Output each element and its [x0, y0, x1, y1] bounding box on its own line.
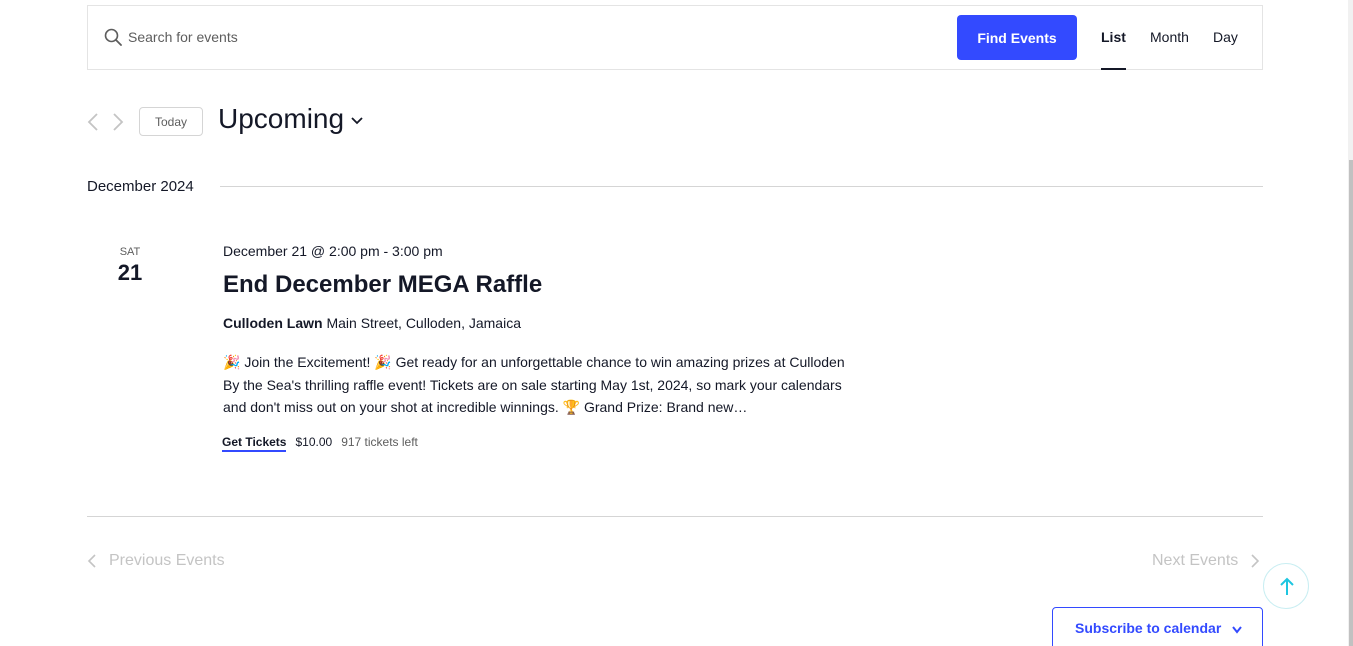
chevron-left-icon [87, 554, 96, 568]
next-events-label: Next Events [1152, 552, 1239, 569]
event-title-link[interactable]: End December MEGA Raffle [223, 271, 542, 299]
previous-events-label: Previous Events [109, 552, 225, 569]
next-events-link[interactable]: Next Events [1152, 552, 1260, 570]
venue-address: Main Street, Culloden, Jamaica [326, 315, 521, 331]
events-search-bar: Find Events List Month Day [87, 5, 1263, 70]
chevron-right-icon[interactable] [111, 112, 125, 132]
event-venue: Culloden Lawn Main Street, Culloden, Jam… [223, 315, 521, 331]
event-weekday: SAT [119, 246, 141, 258]
active-tab-indicator [1101, 68, 1126, 70]
tab-day[interactable]: Day [1213, 29, 1238, 45]
footer-divider [87, 516, 1263, 517]
ticket-price: $10.00 [295, 435, 333, 449]
tab-list[interactable]: List [1101, 29, 1126, 45]
month-divider [220, 186, 1263, 187]
tickets-left: 917 tickets left [341, 435, 418, 449]
month-separator: December 2024 [87, 178, 194, 195]
chevron-down-icon[interactable] [350, 116, 364, 126]
chevron-left-icon[interactable] [86, 112, 100, 132]
search-input[interactable] [128, 24, 628, 50]
chevron-down-icon [1232, 626, 1242, 634]
arrow-up-icon [1280, 577, 1294, 595]
venue-name: Culloden Lawn [223, 315, 323, 331]
event-day-number: 21 [117, 260, 143, 285]
subscribe-label: Subscribe to calendar [1075, 620, 1222, 636]
today-button[interactable]: Today [139, 107, 203, 136]
tab-month[interactable]: Month [1150, 29, 1189, 45]
scroll-to-top-button[interactable] [1263, 563, 1309, 609]
event-description: 🎉 Join the Excitement! 🎉 Get ready for a… [223, 354, 845, 415]
get-tickets-link[interactable]: Get Tickets [222, 435, 287, 452]
scrollbar-thumb[interactable] [1349, 160, 1353, 646]
search-icon [104, 28, 122, 46]
tickets-row: Get Tickets $10.00 917 tickets left [222, 435, 418, 452]
event-datetime: December 21 @ 2:00 pm - 3:00 pm [223, 243, 443, 259]
previous-events-link[interactable]: Previous Events [87, 552, 225, 570]
find-events-button[interactable]: Find Events [957, 15, 1077, 60]
subscribe-to-calendar-button[interactable]: Subscribe to calendar [1052, 607, 1263, 646]
date-range-selector[interactable]: Upcoming [218, 103, 344, 135]
chevron-right-icon [1251, 554, 1260, 568]
